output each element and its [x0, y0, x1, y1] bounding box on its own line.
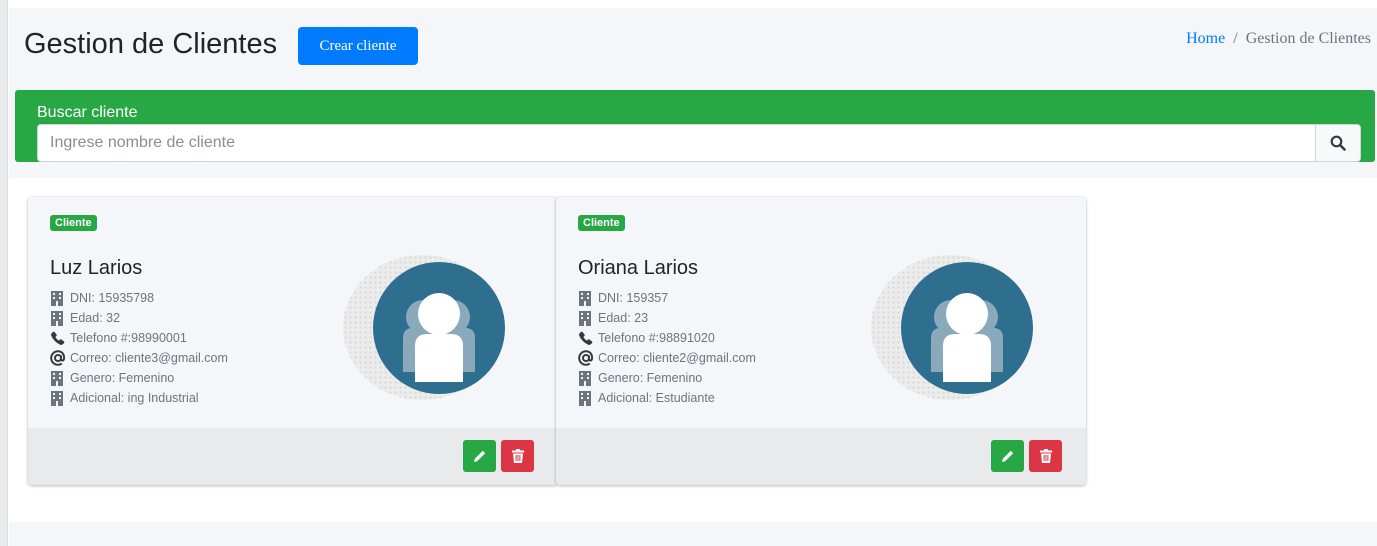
search-card-title: Buscar cliente [37, 104, 138, 121]
at-icon [50, 350, 70, 366]
client-name: Oriana Larios [578, 257, 699, 279]
at-icon [578, 350, 598, 366]
search-card: Buscar cliente [15, 90, 1375, 162]
create-client-button[interactable]: Crear cliente [298, 27, 418, 65]
client-additional-text: Adicional: Estudiante [598, 391, 715, 405]
client-age-text: Edad: 23 [598, 311, 649, 325]
building-icon [578, 290, 598, 306]
building-icon [578, 370, 598, 386]
client-dni-text: DNI: 15935798 [70, 291, 155, 305]
client-info-list: DNI: 15935798 Edad: 32 Telefono #:989900… [50, 288, 228, 408]
delete-button[interactable] [1029, 440, 1062, 472]
client-email: Correo: cliente3@gmail.com [50, 348, 228, 368]
building-icon [578, 310, 598, 326]
client-phone-text: Telefono #:98990001 [70, 331, 187, 345]
client-age-text: Edad: 32 [70, 311, 121, 325]
client-card: Cliente Oriana Larios DNI: 159357 Edad: … [556, 197, 1086, 485]
search-button[interactable] [1315, 124, 1361, 162]
breadcrumb: Home / Gestion de Clientes [1186, 30, 1371, 48]
users-icon [931, 293, 1003, 382]
client-phone-text: Telefono #:98891020 [598, 331, 715, 345]
breadcrumb-current: Gestion de Clientes [1245, 30, 1371, 47]
building-icon [50, 310, 70, 326]
edit-button[interactable] [463, 440, 496, 472]
building-icon [578, 390, 598, 406]
building-icon [50, 290, 70, 306]
client-age: Edad: 32 [50, 308, 228, 328]
client-gender: Genero: Femenino [50, 368, 228, 388]
breadcrumb-home-link[interactable]: Home [1186, 30, 1225, 47]
building-icon [50, 370, 70, 386]
client-email: Correo: cliente2@gmail.com [578, 348, 756, 368]
client-card: Cliente Luz Larios DNI: 15935798 Edad: 3… [28, 197, 558, 485]
client-age: Edad: 23 [578, 308, 756, 328]
client-dni: DNI: 159357 [578, 288, 756, 308]
pencil-icon [1001, 450, 1013, 462]
trash-icon [1039, 449, 1052, 463]
client-additional-text: Adicional: ing Industrial [70, 391, 199, 405]
footer-band [9, 522, 1377, 546]
phone-icon [578, 330, 598, 346]
client-gender-text: Genero: Femenino [598, 371, 703, 385]
building-icon [50, 390, 70, 406]
client-phone: Telefono #:98891020 [578, 328, 756, 348]
avatar [901, 262, 1033, 394]
client-name: Luz Larios [50, 257, 143, 279]
client-additional: Adicional: ing Industrial [50, 388, 228, 408]
users-icon [403, 293, 475, 382]
breadcrumb-separator: / [1233, 30, 1238, 47]
client-badge: Cliente [578, 215, 625, 231]
content-header: Gestion de Clientes Crear cliente Home / G… [9, 8, 1377, 178]
client-badge: Cliente [50, 215, 97, 231]
client-email-text: Correo: cliente3@gmail.com [70, 351, 228, 365]
client-gender-text: Genero: Femenino [70, 371, 175, 385]
delete-button[interactable] [501, 440, 534, 472]
search-input[interactable] [37, 124, 1315, 162]
client-phone: Telefono #:98990001 [50, 328, 228, 348]
search-icon [1330, 135, 1346, 151]
phone-icon [50, 330, 70, 346]
trash-icon [511, 449, 524, 463]
edit-button[interactable] [991, 440, 1024, 472]
client-email-text: Correo: cliente2@gmail.com [598, 351, 756, 365]
client-dni: DNI: 15935798 [50, 288, 228, 308]
pencil-icon [473, 450, 485, 462]
client-dni-text: DNI: 159357 [598, 291, 669, 305]
client-info-list: DNI: 159357 Edad: 23 Telefono #:98891020… [578, 288, 756, 408]
page-title: Gestion de Clientes [24, 28, 278, 60]
client-gender: Genero: Femenino [578, 368, 756, 388]
avatar [373, 262, 505, 394]
client-additional: Adicional: Estudiante [578, 388, 756, 408]
sidebar-edge [0, 0, 8, 546]
